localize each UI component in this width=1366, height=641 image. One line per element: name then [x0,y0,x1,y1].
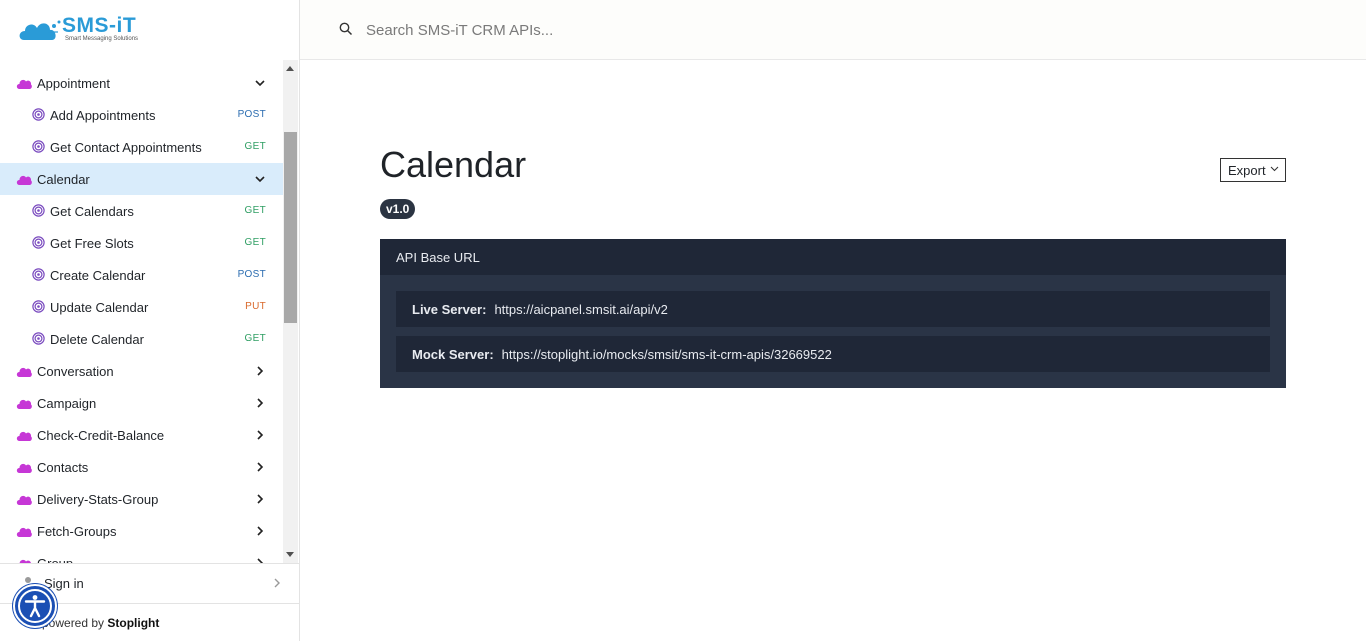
sidebar-endpoint-add-appointments[interactable]: Add Appointments POST [0,99,283,131]
target-icon [32,332,45,345]
sidebar-endpoint-label: Get Free Slots [50,236,134,251]
sidebar-endpoint-get-calendars[interactable]: Get Calendars GET [0,195,283,227]
sidebar-group-appointment[interactable]: Appointment [0,67,283,99]
sidebar-group-label: Calendar [37,172,90,187]
mock-server-row[interactable]: Mock Server: https://stoplight.io/mocks/s… [396,336,1270,372]
scroll-down-arrow[interactable] [286,552,294,557]
sidebar-endpoint-label: Update Calendar [50,300,149,315]
export-label: Export [1228,162,1266,178]
sidebar-group-label: Campaign [37,396,97,411]
cloud-icon [16,431,32,441]
accessibility-button[interactable] [13,584,57,628]
api-base-url-panel: API Base URL Live Server: https://aicpane… [380,239,1286,388]
chevron-right-icon [257,430,264,440]
powered-by-brand: Stoplight [107,616,160,630]
sidebar-nav: Appointment Add Appointments POST Get Conta… [0,66,283,563]
sidebar-group-contacts[interactable]: Contacts [0,451,283,483]
sidebar-scrollbar[interactable] [283,60,298,563]
main-content: Calendar Export v1.0 API Base URL Live S… [300,60,1366,641]
http-method-badge: POST [237,269,266,280]
sidebar-endpoint-get-contact-appointments[interactable]: Get Contact Appointments GET [0,131,283,163]
mock-server-url: https://stoplight.io/mocks/smsit/sms-it-… [501,347,832,362]
cloud-icon [16,367,32,377]
target-icon [32,300,45,313]
cloud-icon [16,463,32,473]
search-input[interactable] [366,16,866,44]
brand-logo[interactable]: SMS-iT Smart Messaging Solutions [18,14,148,46]
sidebar-endpoint-create-calendar[interactable]: Create Calendar POST [0,259,283,291]
chevron-right-icon [257,366,264,376]
chevron-right-icon [257,462,264,472]
cloud-icon [16,175,32,185]
sidebar-group-delivery-stats-group[interactable]: Delivery-Stats-Group [0,483,283,515]
http-method-badge: GET [244,141,266,152]
cloud-icon [16,399,32,409]
sidebar-endpoint-label: Delete Calendar [50,332,144,347]
logo-cloud-icon [19,20,61,40]
http-method-badge: GET [244,237,266,248]
sidebar-group-check-credit-balance[interactable]: Check-Credit-Balance [0,419,283,451]
scrollbar-thumb[interactable] [284,132,297,323]
chevron-right-icon [257,398,264,408]
powered-by-text: powered by Stoplight [42,616,159,630]
sidebar-group-label: Check-Credit-Balance [37,428,165,443]
accessibility-icon [18,589,52,623]
export-button[interactable]: Export [1220,158,1286,182]
target-icon [32,268,45,281]
sidebar-group-label: Group [37,556,73,563]
cloud-icon [16,495,32,505]
scroll-up-arrow[interactable] [286,66,294,71]
http-method-badge: GET [244,205,266,216]
live-server-url: https://aicpanel.smsit.ai/api/v2 [494,302,668,317]
live-server-row[interactable]: Live Server: https://aicpanel.smsit.ai/ap… [396,291,1270,327]
sidebar-endpoint-label: Get Contact Appointments [50,140,202,155]
api-base-url-title: API Base URL [380,239,1286,275]
cloud-icon [16,79,32,89]
http-method-badge: PUT [245,301,266,312]
http-method-badge: POST [237,109,266,120]
live-server-label: Live Server: [412,302,487,317]
chevron-down-icon [255,176,265,183]
sidebar-group-label: Contacts [37,460,89,475]
sidebar-endpoint-label: Add Appointments [50,108,156,123]
top-search-bar [300,0,1366,60]
chevron-down-icon [255,80,265,87]
mock-server-label: Mock Server: [412,347,494,362]
sidebar-group-label: Appointment [37,76,110,91]
target-icon [32,236,45,249]
sidebar-group-label: Conversation [37,364,114,379]
chevron-down-icon [1270,166,1279,172]
sidebar-endpoint-label: Create Calendar [50,268,146,283]
chevron-right-icon [257,494,264,504]
search-icon [339,22,353,36]
brand-name: SMS-iT [62,14,137,37]
sidebar-endpoint-label: Get Calendars [50,204,134,219]
sidebar-group-label: Delivery-Stats-Group [37,492,159,507]
brand-tagline: Smart Messaging Solutions [65,36,139,42]
chevron-right-icon [257,526,264,536]
version-badge: v1.0 [380,199,416,219]
sidebar-group-calendar[interactable]: Calendar [0,163,283,195]
sidebar-group-group[interactable]: Group [0,547,283,563]
sidebar-group-campaign[interactable]: Campaign [0,387,283,419]
chevron-right-icon [274,578,280,588]
sidebar-group-fetch-groups[interactable]: Fetch-Groups [0,515,283,547]
http-method-badge: GET [244,333,266,344]
sidebar-endpoint-update-calendar[interactable]: Update Calendar PUT [0,291,283,323]
chevron-right-icon [257,558,264,563]
target-icon [32,204,45,217]
page-title: Calendar [380,144,527,185]
sidebar: SMS-iT Smart Messaging Solutions Appoint… [0,0,300,641]
sidebar-group-label: Fetch-Groups [37,524,117,539]
cloud-icon [16,527,32,537]
target-icon [32,108,45,121]
target-icon [32,140,45,153]
sidebar-group-conversation[interactable]: Conversation [0,355,283,387]
sidebar-endpoint-delete-calendar[interactable]: Delete Calendar GET [0,323,283,355]
sidebar-endpoint-get-free-slots[interactable]: Get Free Slots GET [0,227,283,259]
